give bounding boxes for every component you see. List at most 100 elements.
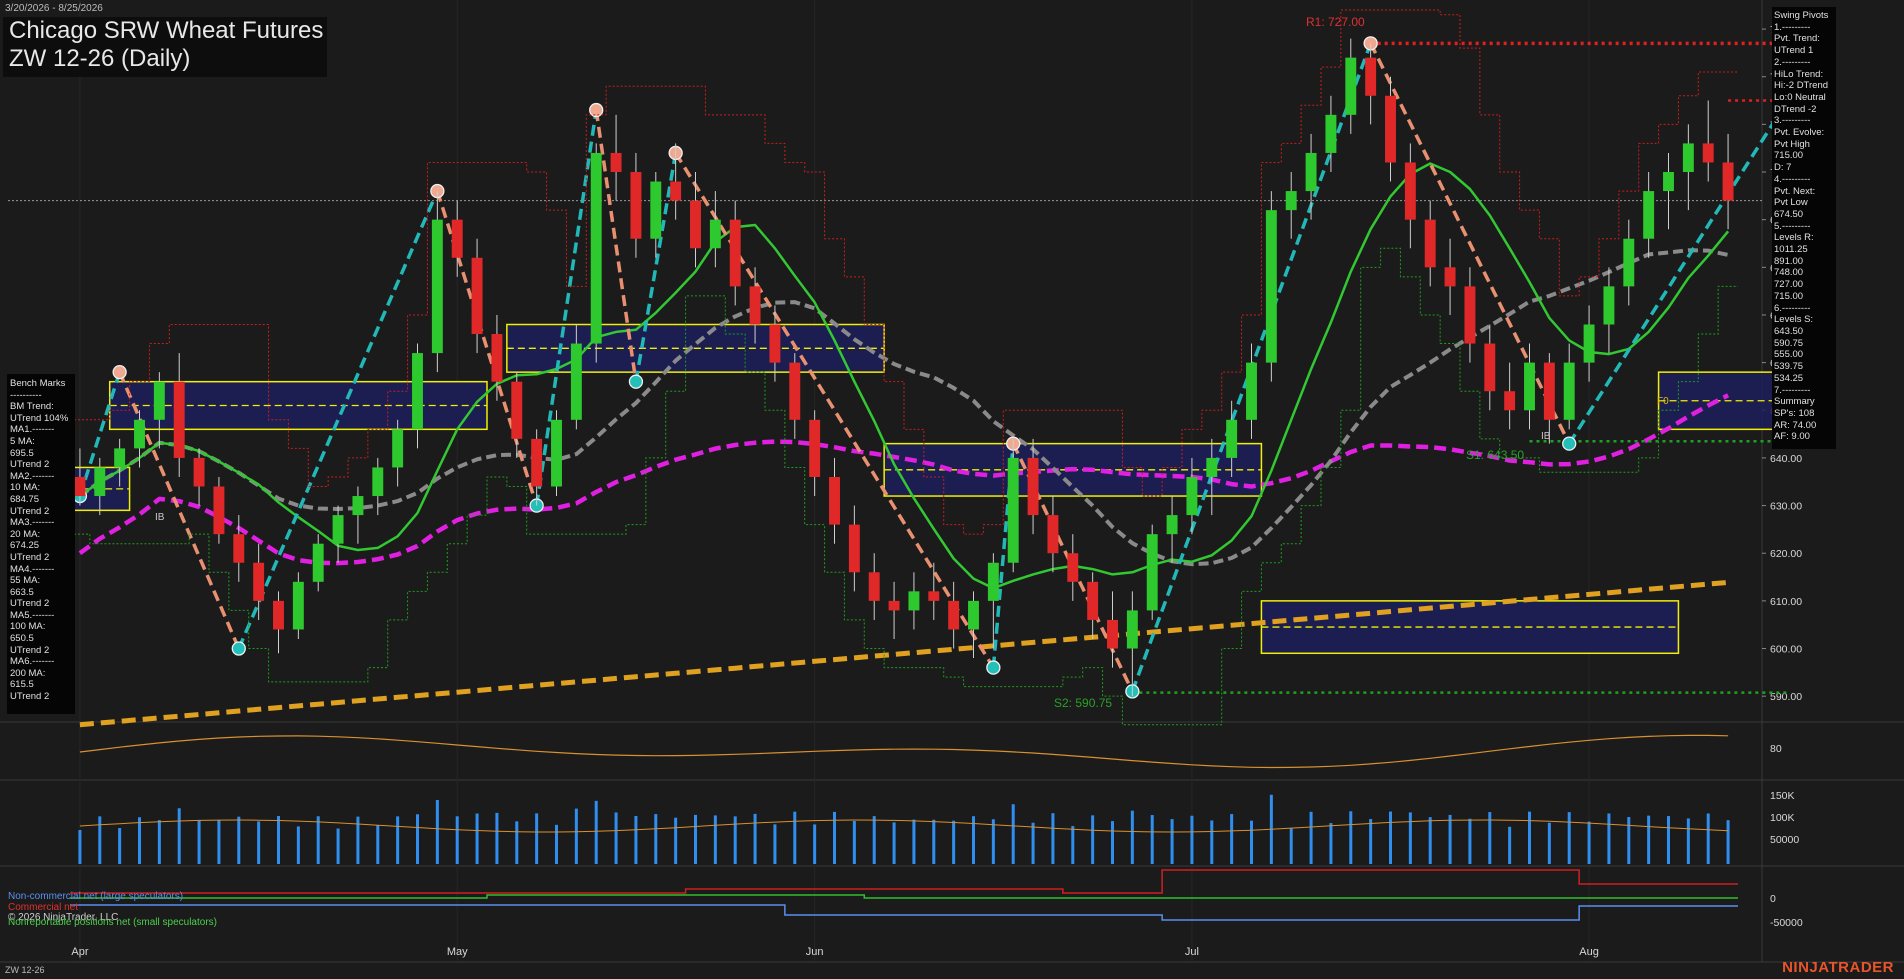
volume-tick-label: 150K xyxy=(1770,790,1795,802)
bench-mark-line: 674.25 xyxy=(10,540,40,552)
volume-bar xyxy=(1408,812,1412,864)
candle-down xyxy=(928,591,940,601)
candle-up xyxy=(1563,362,1575,420)
candle-down xyxy=(491,334,503,382)
volume-bar xyxy=(1627,817,1631,864)
candle-down xyxy=(1365,57,1377,96)
volume-bar xyxy=(594,800,598,864)
candle-up xyxy=(431,219,443,354)
volume-average-line xyxy=(79,819,1729,833)
bench-mark-line: UTrend 2 xyxy=(10,505,50,517)
volume-bar xyxy=(217,819,221,864)
volume-bar xyxy=(257,821,261,864)
swing-pivot-line: 748.00 xyxy=(1774,267,1804,279)
swing-pivot-line: 3.--------- xyxy=(1774,115,1811,127)
volume-bar xyxy=(952,820,956,864)
volume-bar xyxy=(1528,811,1531,864)
month-label: Aug xyxy=(1579,946,1599,958)
ib-label: IB xyxy=(155,512,165,523)
volume-bar xyxy=(1309,811,1313,864)
candle-down xyxy=(1424,219,1436,268)
swing-pivot-line: Pvt. Trend: xyxy=(1774,33,1820,45)
volume-bar xyxy=(1091,815,1095,864)
month-label: Apr xyxy=(71,946,88,958)
candle-down xyxy=(729,219,741,287)
ma-20-line xyxy=(79,162,1730,590)
volume-bar xyxy=(1230,814,1234,864)
bench-mark-line: 200 MA: xyxy=(10,667,46,679)
candle-up xyxy=(1007,457,1019,563)
candle-up xyxy=(1166,515,1178,535)
volume-bar xyxy=(237,816,241,864)
volume-bar xyxy=(336,828,340,864)
swing-pivot-line: 1.--------- xyxy=(1774,21,1811,33)
swing-pivot-line: HiLo Trend: xyxy=(1774,68,1824,80)
swing-pivot-line: 4.--------- xyxy=(1774,173,1811,185)
candle-up xyxy=(1643,191,1655,239)
price-tick-label: 600.00 xyxy=(1770,644,1802,656)
swing-pivot-line: 555.00 xyxy=(1774,349,1804,361)
volume-bar xyxy=(197,820,201,864)
volume-bar xyxy=(852,820,856,864)
volume-bar xyxy=(416,814,419,864)
volume-bar xyxy=(177,808,181,864)
volume-bar xyxy=(1329,823,1333,864)
bench-mark-line: 663.5 xyxy=(10,586,34,598)
candle-up xyxy=(1186,476,1198,516)
volume-bar xyxy=(435,799,439,864)
pivot-high-marker xyxy=(589,102,604,118)
bench-mark-line: 20 MA: xyxy=(10,528,41,540)
swing-pivot-line: 5.--------- xyxy=(1774,220,1811,232)
pivot-low-marker xyxy=(231,641,246,656)
volume-bar xyxy=(1051,813,1055,864)
volume-bar xyxy=(1726,820,1730,864)
volume-bar xyxy=(1170,819,1174,864)
candle-up xyxy=(292,581,304,630)
volume-bar xyxy=(1150,815,1154,864)
candle-down xyxy=(233,534,245,563)
swing-pivot-line: Levels R: xyxy=(1774,232,1814,244)
bench-mark-line: UTrend 104% xyxy=(10,412,69,424)
volume-bar xyxy=(1468,818,1472,864)
volume-bar xyxy=(78,830,82,864)
candle-up xyxy=(987,562,999,601)
candle-down xyxy=(670,181,682,201)
volume-bar xyxy=(1130,810,1134,864)
candle-up xyxy=(1682,143,1694,173)
candle-up xyxy=(372,467,384,497)
candle-up xyxy=(392,429,404,468)
volume-bar xyxy=(316,816,320,864)
candle-down xyxy=(1404,162,1416,220)
volume-bar xyxy=(793,811,797,864)
price-tick-label: 620.00 xyxy=(1770,548,1802,560)
volume-tick-label: 100K xyxy=(1770,812,1795,824)
volume-bar xyxy=(1349,811,1353,864)
candle-down xyxy=(213,486,225,535)
volume-bar xyxy=(654,814,658,864)
candle-down xyxy=(511,381,523,439)
f0-label: F0 xyxy=(1657,396,1669,407)
bench-mark-line: MA3.------- xyxy=(10,517,55,529)
candle-down xyxy=(193,457,205,487)
price-tick-label: 630.00 xyxy=(1770,501,1802,513)
candle-up xyxy=(1345,57,1357,115)
swing-pivot-line: 539.75 xyxy=(1774,361,1804,373)
swing-pivot-line: Pvt High xyxy=(1774,138,1810,150)
candle-up xyxy=(1663,172,1674,192)
volume-bar xyxy=(1428,817,1432,864)
volume-bar xyxy=(1567,812,1571,864)
volume-bar xyxy=(932,819,936,864)
candle-down xyxy=(1027,457,1039,516)
bench-mark-line: 10 MA: xyxy=(10,482,41,494)
candle-down xyxy=(829,476,840,525)
swing-pivot-line: AR: 74.00 xyxy=(1774,419,1817,431)
candle-down xyxy=(1464,286,1476,344)
volume-bar xyxy=(1250,820,1253,864)
candle-down xyxy=(1504,391,1516,411)
bench-marks-panel: Bench Marks ---------- BM Trend: UTrend 104… xyxy=(7,374,75,714)
candle-down xyxy=(1385,95,1396,163)
swing-pivot-line: Swing Pivots xyxy=(1774,10,1829,21)
candle-down xyxy=(848,524,860,573)
volume-bar xyxy=(872,816,876,864)
swing-pivots-panel: Swing Pivots 1.--------- Pvt. Trend: UTrend… xyxy=(1772,7,1836,449)
